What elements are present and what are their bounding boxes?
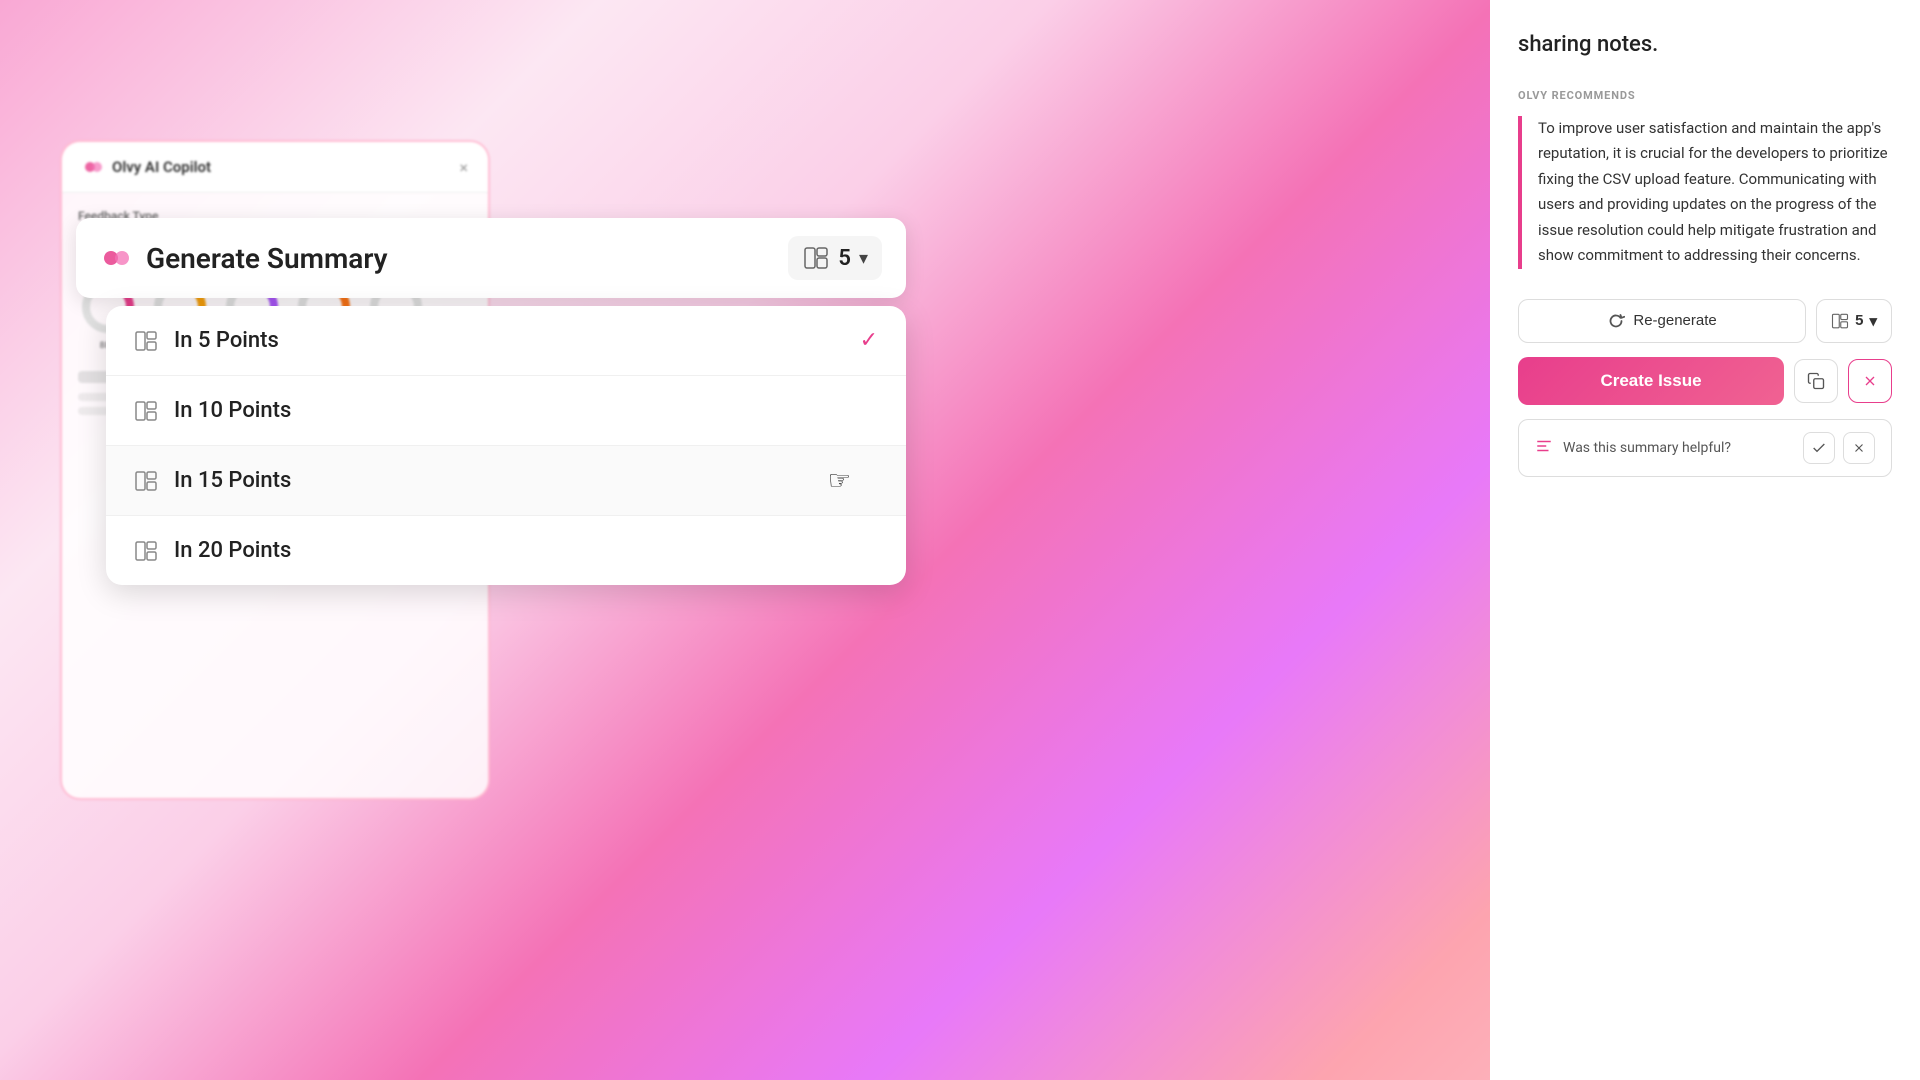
cursor-hand-icon: ☞ [828,466,851,496]
points-icon-5 [134,329,158,353]
item-15-label: In 15 Points [174,468,291,493]
helpful-actions [1803,432,1875,464]
selected-points-value: 5 [838,246,851,271]
olvy-logo-icon [82,156,104,178]
create-issue-button[interactable]: Create Issue [1518,357,1784,405]
dropdown-item-15-points[interactable]: In 15 Points ☞ [106,446,906,516]
gen-summary-left: Generate Summary [100,242,388,275]
olvy-dots-icon [100,242,132,274]
dropdown-item-5-points[interactable]: In 5 Points ✓ [106,306,906,376]
lines-icon [1535,437,1553,455]
dropdown-item-10-points[interactable]: In 10 Points [106,376,906,446]
regen-cycle-icon [1607,312,1625,330]
thumbs-down-button[interactable] [1843,432,1875,464]
regen-points-icon [1831,312,1849,330]
create-issue-row: Create Issue [1518,357,1892,405]
recommendation-text: To improve user satisfaction and maintai… [1538,116,1892,269]
item-20-label: In 20 Points [174,538,291,563]
item-5-label: In 5 Points [174,328,279,353]
olvy-recommends-label: OLVY RECOMMENDS [1518,89,1892,102]
helpful-lines-icon [1535,437,1553,459]
generate-summary-bar: Generate Summary 5 ▾ [76,218,906,298]
helpful-row: Was this summary helpful? [1518,419,1892,477]
left-panel-label: Olvy AI Copilot [112,158,211,176]
points-dropdown-menu: In 5 Points ✓ In 10 Points In 15 Points … [106,306,906,585]
re-generate-button[interactable]: Re-generate [1518,299,1806,343]
thumbs-up-icon [1811,440,1827,456]
copy-icon [1807,372,1825,390]
points-selector-button[interactable]: 5 ▾ [788,236,882,280]
generate-summary-card: Generate Summary 5 ▾ In 5 Points ✓ [76,218,906,585]
re-generate-label: Re-generate [1633,312,1716,329]
points-chevron-icon: ▾ [859,248,868,269]
points-icon-20 [134,539,158,563]
regen-chevron-icon: ▾ [1869,312,1877,330]
points-icon-15 [134,469,158,493]
left-panel-title: Olvy AI Copilot [82,156,211,178]
thumbs-down-icon [1852,441,1866,455]
sharing-notes-text: sharing notes. [1518,30,1892,61]
right-panel: sharing notes. OLVY RECOMMENDS To improv… [1490,0,1920,1080]
points-icon-10 [134,399,158,423]
generate-summary-title: Generate Summary [146,242,388,275]
dropdown-item-20-points[interactable]: In 20 Points [106,516,906,585]
regen-points-value: 5 [1855,312,1863,329]
dismiss-icon [1862,373,1878,389]
item-10-label: In 10 Points [174,398,291,423]
recommendation-block: To improve user satisfaction and maintai… [1518,116,1892,269]
close-left-panel-button[interactable]: × [459,158,468,177]
regenerate-action-row: Re-generate 5 ▾ [1518,299,1892,343]
dismiss-button[interactable] [1848,359,1892,403]
copy-button[interactable] [1794,359,1838,403]
thumbs-up-button[interactable] [1803,432,1835,464]
points-icon [802,244,830,272]
check-icon: ✓ [860,328,878,353]
regen-points-selector-button[interactable]: 5 ▾ [1816,299,1892,343]
helpful-text: Was this summary helpful? [1563,440,1793,456]
